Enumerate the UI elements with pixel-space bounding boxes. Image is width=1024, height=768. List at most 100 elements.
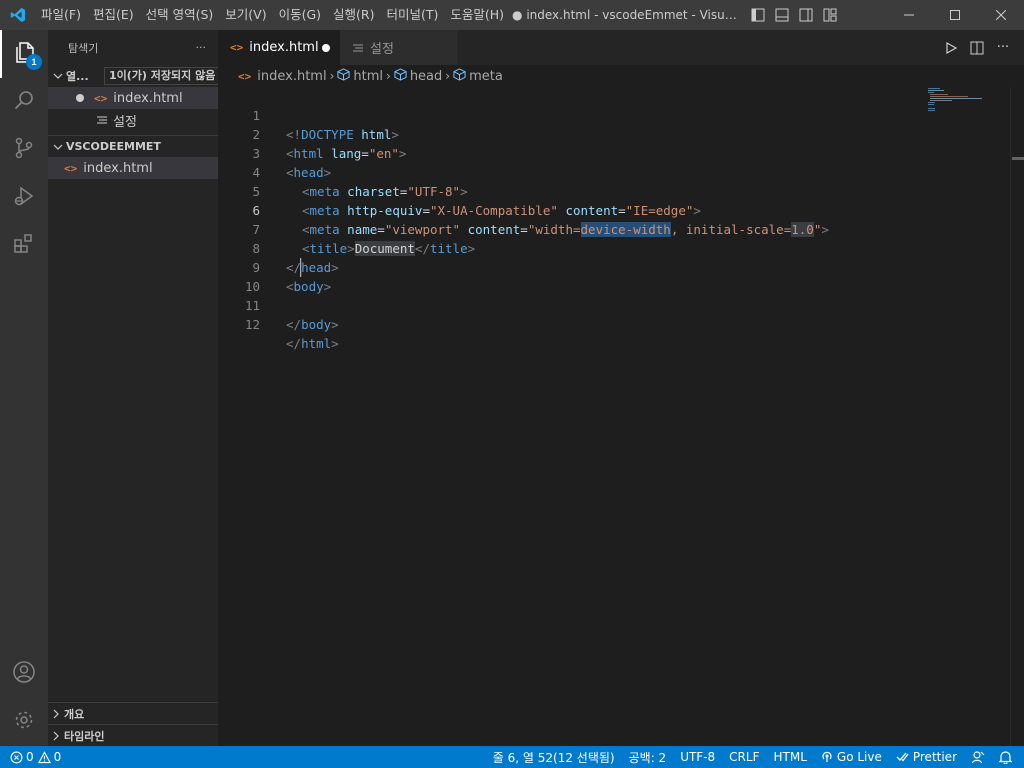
open-editors-section[interactable]: 열... 1이(가) 저장되지 않음 xyxy=(48,65,218,87)
encoding-status[interactable]: UTF-8 xyxy=(673,746,722,768)
tab-label: index.html xyxy=(249,40,319,55)
menu-go[interactable]: 이동(G) xyxy=(273,0,327,30)
search-icon xyxy=(12,88,36,116)
language-mode-status[interactable]: HTML xyxy=(766,746,813,768)
symbol-element-icon xyxy=(394,67,407,85)
prettier-status[interactable]: Prettier xyxy=(889,746,964,768)
search-button[interactable] xyxy=(0,78,48,126)
split-editor-icon[interactable] xyxy=(964,30,990,65)
chevron-right-icon: › xyxy=(386,69,391,83)
menu-selection[interactable]: 선택 영역(S) xyxy=(140,0,220,30)
manage-button[interactable] xyxy=(0,698,48,746)
timeline-section[interactable]: 타임라인 xyxy=(48,724,218,746)
scrollbar-thumb[interactable] xyxy=(1012,157,1024,160)
chevron-down-icon xyxy=(50,136,66,158)
accounts-button[interactable] xyxy=(0,650,48,698)
file-label: index.html xyxy=(83,160,153,176)
cursor-position-status[interactable]: 줄 6, 열 52(12 선택됨) xyxy=(486,746,622,768)
window-title: ● index.html - vscodeEmmet - Visual Stud… xyxy=(512,8,744,22)
more-actions-icon[interactable]: ··· xyxy=(990,30,1016,65)
close-icon[interactable] xyxy=(978,0,1024,30)
line-number: 12 xyxy=(244,317,260,332)
broadcast-icon xyxy=(821,751,833,763)
code-line: 12 </html> xyxy=(218,296,1010,351)
symbol-element-icon xyxy=(453,67,466,85)
status-bar: 0 0 줄 6, 열 52(12 선택됨) 공백: 2 UTF-8 CRLF H… xyxy=(0,746,1024,768)
account-icon xyxy=(12,660,36,688)
error-count: 0 xyxy=(26,750,34,764)
warning-count: 0 xyxy=(53,750,62,764)
explorer-button[interactable]: 1 xyxy=(0,30,48,78)
minimize-icon[interactable] xyxy=(886,0,932,30)
menu-file[interactable]: 파일(F) xyxy=(35,0,87,30)
html-file-icon: <> xyxy=(94,91,108,105)
eol-status[interactable]: CRLF xyxy=(722,746,766,768)
more-actions-icon[interactable]: ··· xyxy=(196,41,207,54)
source-control-button[interactable] xyxy=(0,126,48,174)
open-editor-item-settings[interactable]: 설정 xyxy=(48,109,218,131)
menu-terminal[interactable]: 터미널(T) xyxy=(381,0,445,30)
html-file-icon: <> xyxy=(238,69,252,83)
notifications-bell-icon[interactable] xyxy=(992,746,1024,768)
file-item-index[interactable]: <> index.html xyxy=(48,157,218,179)
tab-settings[interactable]: 설정 xyxy=(340,30,458,65)
run-debug-button[interactable] xyxy=(0,174,48,222)
settings-file-icon xyxy=(352,42,364,54)
menu-edit[interactable]: 편집(E) xyxy=(87,0,140,30)
open-editors-label: 열... xyxy=(66,70,89,83)
chevron-down-icon xyxy=(50,65,66,87)
unsaved-dot-icon[interactable] xyxy=(322,43,330,52)
editor-tabs: <> index.html 설정 ··· xyxy=(218,30,1024,65)
code-line: 2 <html lang="en"> xyxy=(218,106,1010,161)
warning-icon xyxy=(37,750,51,764)
customize-layout-icon[interactable] xyxy=(818,0,842,30)
outline-label: 개요 xyxy=(64,707,85,721)
breadcrumb-item[interactable]: head xyxy=(394,67,442,85)
tab-index-html[interactable]: <> index.html xyxy=(218,30,340,65)
source-control-icon xyxy=(12,136,36,164)
go-live-button[interactable]: Go Live xyxy=(814,746,889,768)
unsaved-dot-icon xyxy=(76,94,84,102)
feedback-icon[interactable] xyxy=(964,746,992,768)
maximize-icon[interactable] xyxy=(932,0,978,30)
menu-bar: 파일(F) 편집(E) 선택 영역(S) 보기(V) 이동(G) 실행(R) 터… xyxy=(35,0,510,30)
menu-run[interactable]: 실행(R) xyxy=(327,0,380,30)
unsaved-tooltip: 1이(가) 저장되지 않음 xyxy=(104,67,218,85)
code-line: 9 <body> xyxy=(218,239,1010,294)
menu-help[interactable]: 도움말(H) xyxy=(444,0,510,30)
indent-guide xyxy=(301,258,302,277)
menu-view[interactable]: 보기(V) xyxy=(219,0,272,30)
prettier-label: Prettier xyxy=(912,750,957,764)
minimap[interactable] xyxy=(926,87,996,127)
run-debug-icon xyxy=(12,184,36,212)
tab-label: 설정 xyxy=(370,42,394,57)
token: body xyxy=(301,317,332,332)
toggle-panel-icon[interactable] xyxy=(770,0,794,30)
chevron-right-icon: › xyxy=(445,69,451,83)
explorer-title: 탐색기 xyxy=(68,41,99,55)
token: </ xyxy=(286,317,302,332)
html-file-icon: <> xyxy=(230,41,244,54)
toggle-primary-sidebar-icon[interactable] xyxy=(746,0,770,30)
run-icon[interactable] xyxy=(938,30,964,65)
breadcrumb-item[interactable]: html xyxy=(337,67,383,85)
code-line: 10 xyxy=(218,258,1010,294)
chevron-right-icon: › xyxy=(329,69,335,83)
code-editor[interactable]: 1 <!DOCTYPE html> 2 <html lang="en"> 3 <… xyxy=(218,87,1010,746)
outline-section[interactable]: 개요 xyxy=(48,702,218,724)
settings-gear-icon xyxy=(12,708,36,736)
extensions-button[interactable] xyxy=(0,222,48,270)
problems-status[interactable]: 0 0 xyxy=(0,746,68,768)
code-line: 3 <head> xyxy=(218,125,1010,180)
breadcrumb-item[interactable]: <> index.html xyxy=(238,69,327,84)
breadcrumb-item[interactable]: meta xyxy=(453,67,503,85)
breadcrumb-label: index.html xyxy=(257,68,327,84)
indentation-status[interactable]: 공백: 2 xyxy=(622,746,674,768)
unsaved-count-badge: 1 xyxy=(26,54,42,70)
open-editor-item-index[interactable]: <> index.html xyxy=(48,87,218,109)
open-editor-label: 설정 xyxy=(113,114,137,130)
text-cursor xyxy=(300,258,301,277)
folder-section[interactable]: VSCODEEMMET xyxy=(48,135,218,157)
vertical-scrollbar[interactable] xyxy=(1010,87,1024,746)
toggle-secondary-sidebar-icon[interactable] xyxy=(794,0,818,30)
